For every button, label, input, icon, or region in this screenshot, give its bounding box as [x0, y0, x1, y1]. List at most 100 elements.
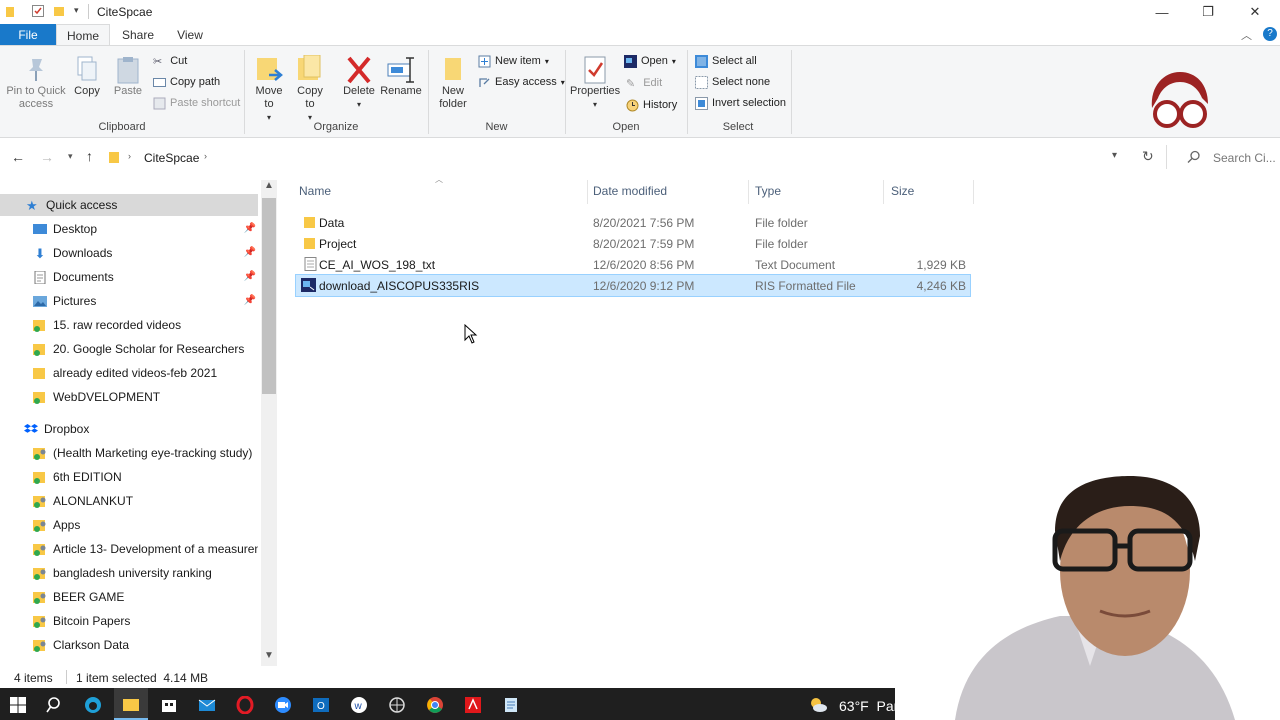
column-name[interactable]: Name — [299, 184, 331, 198]
nav-item-folder[interactable]: Apps — [0, 514, 258, 536]
zoom-icon[interactable] — [274, 696, 292, 714]
nav-item-folder[interactable]: ALONLANKUT — [0, 490, 258, 512]
address-dropdown-icon[interactable]: ▾ — [1112, 150, 1117, 161]
scroll-down-icon[interactable]: ▼ — [264, 650, 274, 661]
pin-to-quick-access-button[interactable]: Pin to Quick access — [6, 55, 66, 111]
nav-item-folder[interactable]: 20. Google Scholar for Researchers — [0, 338, 258, 360]
select-all-icon — [695, 54, 708, 68]
outlook-icon[interactable]: O — [312, 696, 330, 714]
window-title: CiteSpcae — [97, 5, 153, 19]
shared-folder-icon — [33, 591, 46, 604]
search-icon[interactable] — [46, 696, 64, 714]
file-row[interactable]: CE_AI_WOS_198_txt 12/6/2020 8:56 PM Text… — [296, 254, 970, 275]
pin-icon[interactable]: 📌 — [244, 223, 256, 234]
copy-to-button[interactable]: Copy to ▾ — [293, 55, 327, 124]
paste-button[interactable]: Paste — [111, 55, 145, 98]
up-icon[interactable]: ↑ — [86, 148, 93, 164]
file-row[interactable]: Project 8/20/2021 7:59 PM File folder — [296, 233, 970, 254]
pin-icon[interactable]: 📌 — [244, 271, 256, 282]
scrollbar-thumb[interactable] — [262, 198, 276, 394]
scroll-up-icon[interactable]: ▲ — [264, 180, 274, 191]
nav-item-downloads[interactable]: ⬇ Downloads 📌 — [0, 242, 258, 264]
nav-item-folder[interactable]: WebDVELOPMENT — [0, 386, 258, 408]
easy-access-button[interactable]: Easy access ▾ — [478, 73, 565, 91]
column-type[interactable]: Type — [755, 184, 781, 198]
rename-button[interactable]: Rename — [380, 55, 422, 98]
collapse-ribbon-icon[interactable]: ︿ — [1241, 27, 1252, 43]
edge-browser-icon[interactable] — [84, 696, 102, 714]
delete-button[interactable]: Delete ▾ — [342, 55, 376, 111]
tab-view[interactable]: View — [166, 24, 214, 46]
breadcrumb-folder[interactable]: CiteSpcae — [144, 151, 199, 165]
properties-qat-icon[interactable] — [32, 5, 44, 17]
wordweb-icon[interactable]: w — [350, 696, 368, 714]
paste-shortcut-button[interactable]: Paste shortcut — [153, 94, 240, 112]
tab-share[interactable]: Share — [114, 24, 162, 46]
file-explorer-icon[interactable] — [122, 696, 140, 714]
nav-item-folder[interactable]: BEER GAME — [0, 586, 258, 608]
new-item-button[interactable]: New item ▾ — [478, 52, 549, 70]
nav-item-documents[interactable]: Documents 📌 — [0, 266, 258, 288]
column-divider[interactable] — [973, 180, 974, 204]
store-icon[interactable] — [160, 696, 178, 714]
weather-partly-sunny-icon[interactable] — [808, 696, 828, 714]
app-icon[interactable] — [388, 696, 406, 714]
nav-quick-access[interactable]: ★ Quick access — [0, 194, 258, 216]
minimize-button[interactable]: — — [1139, 0, 1185, 24]
column-divider[interactable] — [587, 180, 588, 204]
nav-item-folder[interactable]: (Health Marketing eye-tracking study) — [0, 442, 258, 464]
open-button[interactable]: Open ▾ — [624, 52, 676, 70]
acrobat-icon[interactable] — [464, 696, 482, 714]
edit-button[interactable]: ✎ Edit — [626, 74, 662, 92]
column-size[interactable]: Size — [891, 184, 914, 198]
mail-icon[interactable] — [198, 696, 216, 714]
pin-icon[interactable]: 📌 — [244, 247, 256, 258]
windows-start-icon[interactable] — [9, 696, 27, 714]
maximize-button[interactable]: ❐ — [1185, 0, 1231, 24]
recent-locations-icon[interactable]: ▾ — [68, 151, 73, 162]
column-divider[interactable] — [883, 180, 884, 204]
close-button[interactable]: ✕ — [1232, 0, 1278, 24]
column-divider[interactable] — [748, 180, 749, 204]
copy-path-button[interactable]: Copy path — [153, 73, 220, 91]
tab-file[interactable]: File — [0, 24, 56, 46]
opera-icon[interactable] — [236, 696, 254, 714]
nav-item-folder[interactable]: 15. raw recorded videos — [0, 314, 258, 336]
column-date-modified[interactable]: Date modified — [593, 184, 667, 198]
refresh-icon[interactable]: ↻ — [1142, 148, 1154, 165]
file-row[interactable]: Data 8/20/2021 7:56 PM File folder — [296, 212, 970, 233]
back-icon[interactable]: ← — [11, 149, 25, 165]
properties-button[interactable]: Properties ▾ — [570, 55, 620, 111]
cut-button[interactable]: ✂ Cut — [153, 52, 187, 70]
nav-item-folder[interactable]: already edited videos-feb 2021 — [0, 362, 258, 384]
new-folder-qat-icon[interactable] — [54, 5, 66, 17]
select-none-button[interactable]: Select none — [695, 73, 770, 91]
address-bar[interactable]: › CiteSpcae › ▾ — [103, 145, 1135, 171]
tab-home[interactable]: Home — [56, 24, 110, 46]
nav-scrollbar[interactable]: ▲ ▼ — [261, 180, 277, 666]
nav-item-folder[interactable]: Bitcoin Papers — [0, 610, 258, 632]
nav-item-folder[interactable]: 6th EDITION — [0, 466, 258, 488]
nav-item-folder[interactable]: Clarkson Data — [0, 634, 258, 656]
nav-item-pictures[interactable]: Pictures 📌 — [0, 290, 258, 312]
notepad-icon[interactable] — [502, 696, 520, 714]
invert-selection-button[interactable]: Invert selection — [695, 94, 786, 112]
pin-icon[interactable]: 📌 — [244, 295, 256, 306]
file-row-selected[interactable]: download_AISCOPUS335RIS 12/6/2020 9:12 P… — [295, 274, 971, 297]
copy-button[interactable]: Copy — [70, 55, 104, 98]
search-box[interactable]: Search Ci... — [1176, 145, 1276, 169]
history-button[interactable]: History — [626, 96, 677, 114]
nav-item-folder[interactable]: bangladesh university ranking — [0, 562, 258, 584]
mouse-cursor-icon — [464, 324, 478, 344]
nav-item-folder[interactable]: Article 13- Development of a measurem — [0, 538, 258, 560]
new-folder-button[interactable]: New folder — [434, 55, 472, 111]
copy-path-icon — [153, 77, 166, 87]
customize-qat-icon[interactable]: ▾ — [74, 5, 79, 16]
move-to-button[interactable]: Move to ▾ — [252, 55, 286, 124]
nav-dropbox[interactable]: Dropbox — [0, 418, 258, 440]
forward-icon[interactable]: → — [40, 149, 54, 165]
help-icon[interactable]: ? — [1263, 27, 1277, 41]
chrome-icon[interactable] — [426, 696, 444, 714]
nav-item-desktop[interactable]: Desktop 📌 — [0, 218, 258, 240]
select-all-button[interactable]: Select all — [695, 52, 757, 70]
